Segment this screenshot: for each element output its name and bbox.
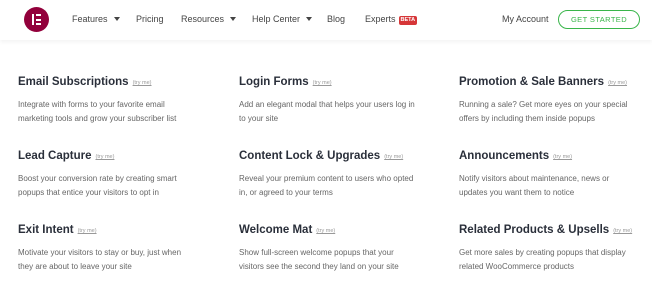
try-me-link[interactable]: (try me): [384, 154, 403, 160]
beta-badge: BETA: [398, 16, 418, 25]
chevron-down-icon: [113, 17, 120, 21]
card-description-line: Motivate your visitors to stay or buy, j…: [18, 248, 182, 257]
card-title: Email Subscriptions: [18, 76, 129, 88]
try-me-link[interactable]: (try me): [553, 154, 572, 160]
card-description: Motivate your visitors to stay or buy, j…: [18, 246, 228, 273]
card-description-line: related WooCommerce products: [459, 261, 575, 271]
card-description: Integrate with forms to your favorite em…: [18, 98, 228, 125]
nav-pricing[interactable]: Pricing: [136, 13, 164, 25]
nav-help-center-label: Help Center: [252, 14, 301, 24]
card-description-line: Add an elegant modal that helps your use…: [239, 100, 415, 109]
card-description: Boost your conversion rate by creating s…: [18, 172, 228, 199]
feature-card-content-lock-upgrades: Content Lock & Upgrades (try me) Reveal y…: [239, 149, 449, 199]
try-me-link[interactable]: (try me): [316, 228, 335, 234]
my-account-label: My Account: [502, 14, 549, 24]
feature-card-announcements: Announcements (try me) Notify visitors ab…: [459, 149, 652, 199]
card-description-line: Integrate with forms to your favorite em…: [18, 100, 165, 109]
card-description: Show full-screen welcome popups that you…: [239, 246, 449, 273]
feature-card-login-forms: Login Forms (try me) Add an elegant modal…: [239, 75, 449, 125]
card-description-line: Boost your conversion rate by creating s…: [18, 174, 177, 183]
card-description-line: popups that entice your visitors to opt …: [18, 187, 159, 197]
card-description-line: Show full-screen welcome popups that you…: [239, 248, 394, 257]
card-description-line: Get more sales by creating popups that d…: [459, 248, 626, 257]
try-me-link[interactable]: (try me): [133, 80, 152, 86]
card-title: Content Lock & Upgrades: [239, 150, 381, 162]
try-me-link[interactable]: (try me): [96, 154, 115, 160]
card-description-line: they are about to leave your site: [18, 261, 132, 271]
nav-features-label: Features: [72, 14, 108, 24]
card-description-line: visitors see the second they land on you…: [239, 261, 399, 271]
nav-pricing-label: Pricing: [136, 14, 164, 24]
card-title: Login Forms: [239, 76, 309, 88]
card-description-line: updates you want them to notice: [459, 187, 575, 197]
nav-experts[interactable]: Experts BETA: [365, 13, 418, 25]
top-navigation: Features Pricing Resources Help Center B…: [0, 0, 652, 40]
card-title: Related Products & Upsells: [459, 224, 610, 236]
chevron-down-icon: [306, 17, 313, 21]
nav-blog-label: Blog: [327, 14, 346, 24]
get-started-button[interactable]: GET STARTED: [558, 10, 640, 29]
my-account-link[interactable]: My Account: [502, 13, 549, 25]
feature-card-lead-capture: Lead Capture (try me) Boost your conversi…: [18, 149, 228, 199]
feature-card-related-products-upsells: Related Products & Upsells (try me) Get m…: [459, 223, 652, 273]
card-description: Reveal your premium content to users who…: [239, 172, 449, 199]
card-description: Running a sale? Get more eyes on your sp…: [459, 98, 652, 125]
card-description: Notify visitors about maintenance, news …: [459, 172, 652, 199]
card-description-line: Reveal your premium content to users who…: [239, 174, 414, 183]
card-description-line: Notify visitors about maintenance, news …: [459, 174, 610, 183]
card-description-line: to your site: [239, 113, 279, 123]
card-title: Exit Intent: [18, 224, 74, 236]
card-description-line: Running a sale? Get more eyes on your sp…: [459, 100, 628, 109]
try-me-link[interactable]: (try me): [608, 80, 627, 86]
card-description-line: in, or agreed to your terms: [239, 187, 333, 197]
feature-card-exit-intent: Exit Intent (try me) Motivate your visito…: [18, 223, 228, 273]
feature-card-email-subscriptions: Email Subscriptions (try me) Integrate wi…: [18, 75, 228, 125]
chevron-down-icon: [230, 17, 237, 21]
try-me-link[interactable]: (try me): [613, 228, 632, 234]
card-description-line: marketing tools and grow your subscriber…: [18, 113, 177, 123]
nav-features[interactable]: Features: [72, 13, 120, 25]
nav-experts-label: Experts: [365, 14, 396, 24]
nav-resources[interactable]: Resources: [181, 13, 237, 25]
try-me-link[interactable]: (try me): [78, 228, 97, 234]
card-title: Welcome Mat: [239, 224, 313, 236]
feature-card-welcome-mat: Welcome Mat (try me) Show full-screen wel…: [239, 223, 449, 273]
card-description: Get more sales by creating popups that d…: [459, 246, 652, 273]
card-description: Add an elegant modal that helps your use…: [239, 98, 449, 125]
card-title: Lead Capture: [18, 150, 92, 162]
nav-blog[interactable]: Blog: [327, 13, 345, 25]
elementor-logo-icon[interactable]: [24, 7, 49, 32]
feature-card-promotion-sale-banners: Promotion & Sale Banners (try me) Running…: [459, 75, 652, 125]
card-title: Promotion & Sale Banners: [459, 76, 605, 88]
nav-help-center[interactable]: Help Center: [252, 13, 313, 25]
card-description-line: offers by including them inside popups: [459, 113, 595, 123]
card-title: Announcements: [459, 150, 550, 162]
nav-resources-label: Resources: [181, 14, 225, 24]
try-me-link[interactable]: (try me): [313, 80, 332, 86]
